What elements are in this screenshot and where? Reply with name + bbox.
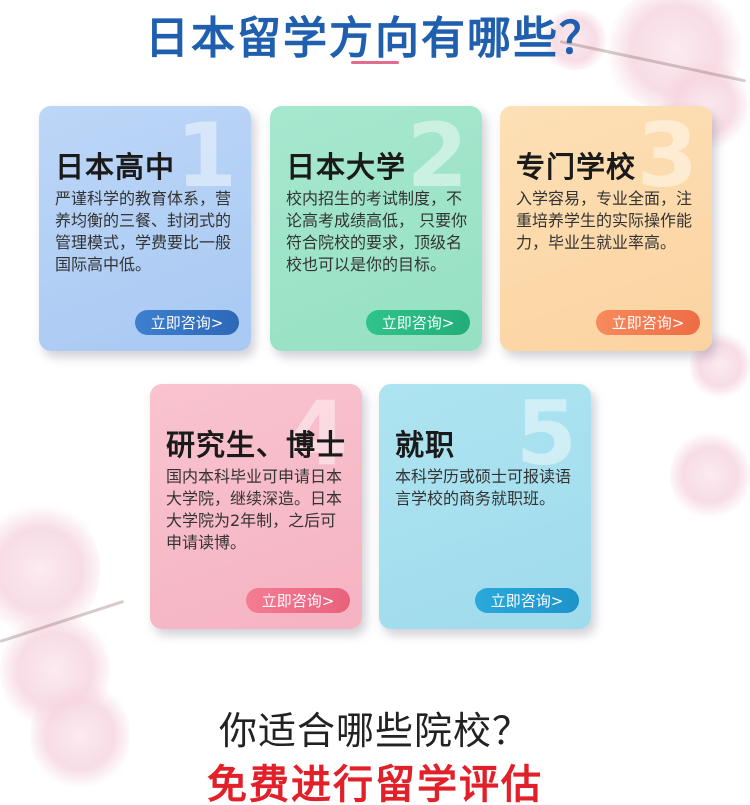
consult-button[interactable]: 立即咨询> bbox=[246, 588, 350, 613]
consult-button[interactable]: 立即咨询> bbox=[366, 310, 470, 335]
card-description: 校内招生的考试制度，不论高考成绩高低， 只要你符合院校的要求，顶级名校也可以是你… bbox=[286, 189, 468, 274]
title-underline bbox=[351, 61, 399, 64]
card-title: 就职 bbox=[395, 428, 456, 462]
card-title: 日本大学 bbox=[286, 150, 407, 184]
card-number: 5 bbox=[515, 384, 577, 485]
card-description: 严谨科学的教育体系，营养均衡的三餐、封闭式的管理模式，学费要比一般国际高中低。 bbox=[55, 189, 232, 274]
card-description: 国内本科毕业可申请日本大学院，继续深造。日本大学院为2年制，之后可申请读博。 bbox=[166, 467, 343, 552]
card-university: 2 日本大学 校内招生的考试制度，不论高考成绩高低， 只要你符合院校的要求，顶级… bbox=[270, 106, 482, 351]
card-graduate-doctorate: 4 研究生、博士 国内本科毕业可申请日本大学院，继续深造。日本大学院为2年制，之… bbox=[150, 384, 362, 629]
card-vocational-school: 3 专门学校 入学容易，专业全面，注重培养学生的实际操作能力，毕业生就业率高。 … bbox=[500, 106, 712, 351]
card-high-school: 1 日本高中 严谨科学的教育体系，营养均衡的三餐、封闭式的管理模式，学费要比一般… bbox=[39, 106, 251, 351]
page-title: 日本留学方向有哪些？ bbox=[145, 13, 605, 64]
card-description: 本科学历或硕士可报读语言学校的商务就职班。 bbox=[395, 467, 572, 508]
card-description: 入学容易，专业全面，注重培养学生的实际操作能力，毕业生就业率高。 bbox=[516, 189, 693, 252]
promo-heading[interactable]: 免费进行留学评估 bbox=[0, 752, 750, 805]
question-heading: 你适合哪些院校？ bbox=[218, 709, 531, 753]
card-title: 专门学校 bbox=[516, 150, 637, 184]
consult-button[interactable]: 立即咨询> bbox=[475, 588, 579, 613]
consult-button[interactable]: 立即咨询> bbox=[135, 310, 239, 335]
card-number: 1 bbox=[175, 106, 237, 207]
consult-button[interactable]: 立即咨询> bbox=[596, 310, 700, 335]
card-number: 3 bbox=[636, 106, 698, 207]
card-title: 研究生、博士 bbox=[166, 428, 347, 462]
card-employment: 5 就职 本科学历或硕士可报读语言学校的商务就职班。 立即咨询> bbox=[379, 384, 591, 629]
card-number: 2 bbox=[406, 106, 468, 207]
card-title: 日本高中 bbox=[55, 150, 176, 184]
